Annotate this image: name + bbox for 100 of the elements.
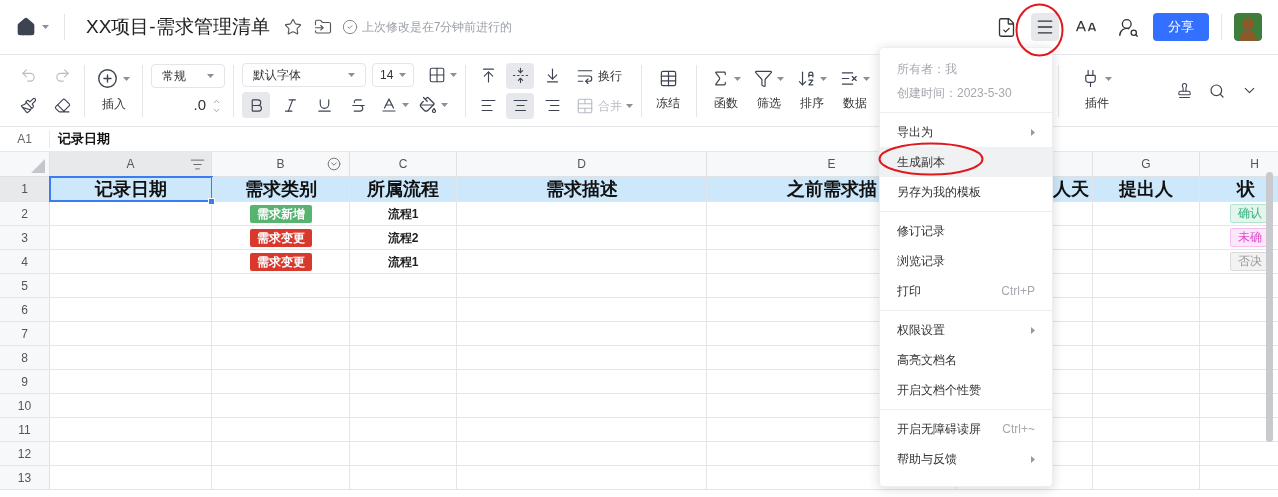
move-folder-icon[interactable] — [313, 18, 332, 36]
file-check-icon[interactable] — [996, 16, 1017, 38]
row-number[interactable]: 12 — [0, 442, 50, 465]
row-number[interactable]: 7 — [0, 322, 50, 345]
number-format-select[interactable]: 常规 — [151, 64, 225, 89]
sort-button[interactable]: 排序 — [791, 55, 833, 126]
fill-color-button[interactable] — [417, 96, 450, 114]
row-number[interactable]: 2 — [0, 202, 50, 225]
merge-cells-icon — [576, 96, 594, 115]
annotation-circle — [1015, 3, 1064, 57]
menu-item[interactable]: 高亮文档名 — [880, 345, 1052, 375]
shortcut-hint: Ctrl+~ — [1002, 421, 1035, 438]
header-cell-text: 提出人 — [1119, 177, 1173, 201]
menu-item[interactable]: 修订记录 — [880, 216, 1052, 246]
row-number[interactable]: 1 — [0, 177, 50, 201]
owner-info: 所有者：我 — [897, 61, 958, 78]
freeze-icon — [658, 69, 678, 88]
function-button[interactable]: 函数 — [705, 55, 747, 126]
caret-icon — [820, 76, 827, 81]
home-icon — [16, 17, 36, 37]
star-icon[interactable] — [283, 18, 302, 36]
row-number[interactable]: 8 — [0, 346, 50, 369]
plus-circle-icon — [97, 68, 118, 89]
data-icon — [840, 69, 859, 88]
column-header[interactable]: C — [350, 152, 457, 176]
category-tag: 需求变更 — [249, 228, 312, 247]
scrollbar[interactable] — [1266, 172, 1273, 442]
row-number[interactable]: 6 — [0, 298, 50, 321]
save-status: 上次修改是在7分钟前进行的 — [361, 19, 513, 36]
font-size-select[interactable]: 14 — [372, 63, 414, 87]
document-title: XX项目-需求管理清单 — [86, 14, 270, 39]
header-cell-text: 所属流程 — [367, 177, 439, 201]
freeze-button[interactable]: 冻结 — [650, 55, 686, 126]
plugin-button[interactable]: 插件 — [1067, 55, 1126, 126]
dropdown-icon[interactable] — [327, 157, 341, 171]
menu-button[interactable] — [1031, 13, 1059, 41]
align-middle-button[interactable] — [506, 62, 534, 89]
menu-item[interactable]: 导出为 — [880, 117, 1052, 147]
header-cell-text: 需求类别 — [244, 177, 317, 201]
column-header[interactable]: D — [457, 152, 707, 176]
menu-item[interactable]: 权限设置 — [880, 315, 1052, 345]
cell-reference: A1 — [0, 130, 50, 148]
align-middle-icon — [511, 67, 529, 84]
align-right-icon — [543, 97, 561, 114]
caret-icon — [42, 25, 49, 29]
row-number[interactable]: 13 — [0, 466, 50, 489]
decimal-places[interactable]: .0 — [193, 94, 206, 117]
category-tag: 需求新增 — [249, 204, 312, 223]
menu-item[interactable]: 开启文档个性赞 — [880, 375, 1052, 405]
row-number[interactable]: 3 — [0, 226, 50, 249]
row-number[interactable]: 11 — [0, 418, 50, 441]
font-select[interactable]: 默认字体 — [242, 63, 366, 87]
format-painter-icon — [19, 97, 37, 114]
header-cell-text: 之前需求描 — [786, 177, 877, 201]
created-info: 创建时间：2023-5-30 — [897, 85, 1013, 102]
menu-item[interactable]: 另存为我的模板 — [880, 177, 1052, 207]
wrap-text-button[interactable]: 换行 — [576, 66, 622, 85]
border-grid-icon — [428, 66, 446, 84]
undo-icon — [19, 67, 37, 84]
align-center-icon — [511, 97, 529, 114]
caret-icon — [123, 76, 130, 81]
row-number[interactable]: 9 — [0, 370, 50, 393]
filter-button[interactable]: 筛选 — [748, 55, 790, 126]
row-number[interactable]: 5 — [0, 274, 50, 297]
formula-field[interactable]: 记录日期 — [58, 129, 110, 149]
menu-item[interactable]: 打印 Ctrl+P — [880, 276, 1052, 306]
row-number[interactable]: 4 — [0, 250, 50, 273]
search-icon[interactable] — [1209, 82, 1225, 99]
home-button[interactable] — [16, 17, 49, 37]
caret-icon — [626, 103, 633, 108]
menu-item[interactable]: 生成副本 — [880, 147, 1052, 177]
font-color-icon — [380, 96, 398, 114]
user-search-icon[interactable] — [1118, 16, 1139, 38]
insert-button[interactable]: 插入 — [93, 55, 134, 126]
share-button[interactable]: 分享 — [1153, 13, 1209, 41]
align-center-button[interactable] — [506, 92, 534, 119]
bold-button[interactable] — [242, 92, 270, 118]
filter-icon[interactable] — [190, 156, 205, 172]
strike-icon — [349, 96, 367, 114]
table-cell-text: 流程2 — [387, 229, 419, 247]
column-header[interactable]: B — [212, 152, 350, 176]
menu-item[interactable]: 浏览记录 — [880, 246, 1052, 276]
menu-item[interactable]: 开启无障碍读屏 Ctrl+~ — [880, 414, 1052, 444]
category-tag: 需求变更 — [249, 252, 312, 271]
data-button[interactable]: 数据 — [834, 55, 876, 126]
check-circle-icon — [341, 19, 358, 35]
caret-icon — [1105, 76, 1112, 81]
caret-icon — [399, 73, 406, 77]
border-button[interactable] — [428, 66, 457, 84]
column-header[interactable]: A — [50, 152, 212, 176]
row-number[interactable]: 10 — [0, 394, 50, 417]
stamp-icon[interactable] — [1176, 82, 1193, 99]
sort-icon — [797, 69, 816, 88]
table-cell-text: 流程1 — [387, 253, 419, 271]
column-header[interactable]: G — [1093, 152, 1200, 176]
fill-handle[interactable] — [208, 198, 215, 205]
header-cell-text: 人天 — [1053, 177, 1089, 201]
caret-icon — [777, 76, 784, 81]
menu-item[interactable]: 帮助与反馈 — [880, 444, 1052, 474]
paint-bucket-icon — [419, 96, 437, 114]
